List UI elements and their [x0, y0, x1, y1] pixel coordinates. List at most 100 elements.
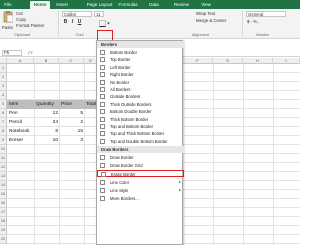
table-cell[interactable]: 24: [35, 118, 59, 127]
row-header[interactable]: 5: [0, 100, 7, 109]
row-header[interactable]: 11: [0, 154, 7, 163]
table-header-cell[interactable]: Quantity: [35, 100, 59, 109]
table-cell[interactable]: 12: [35, 109, 59, 118]
tab-file[interactable]: File: [2, 1, 14, 9]
fx-icon: ƒx: [28, 50, 33, 55]
table-header-cell[interactable]: Price: [60, 100, 84, 109]
submenu-arrow-icon: [179, 189, 181, 191]
tab-view[interactable]: View: [200, 1, 212, 9]
alignment-group-label: Alignment: [192, 33, 209, 37]
tab-home[interactable]: Home: [30, 1, 50, 9]
row-header[interactable]: 16: [0, 199, 7, 208]
number-format-buttons[interactable]: $ - % ,: [247, 19, 259, 24]
row-header[interactable]: 6: [0, 109, 7, 118]
tab-page-layout[interactable]: Page Layout: [86, 1, 113, 9]
column-header[interactable]: H: [243, 58, 273, 64]
row-header[interactable]: 15: [0, 190, 7, 199]
draw-borders-section-title: Draw Borders: [97, 146, 184, 153]
row-header[interactable]: 3: [0, 82, 7, 91]
row-header[interactable]: 7: [0, 118, 7, 127]
table-cell[interactable]: 15: [60, 127, 84, 136]
border-option-icon: [100, 94, 105, 100]
number-format-select[interactable]: General: [246, 11, 286, 17]
row-header[interactable]: 13: [0, 172, 7, 181]
row-header[interactable]: 9: [0, 136, 7, 145]
bold-button[interactable]: B: [63, 19, 68, 25]
row-header[interactable]: 19: [0, 226, 7, 235]
italic-button[interactable]: I: [70, 19, 75, 25]
column-header[interactable]: B: [34, 58, 59, 64]
row-header[interactable]: 8: [0, 127, 7, 136]
tab-data[interactable]: Data: [148, 1, 160, 9]
cut-button[interactable]: Cut: [16, 11, 23, 16]
table-cell[interactable]: 2: [60, 118, 84, 127]
tab-formulas[interactable]: Formulas: [117, 1, 139, 9]
draw-option-icon: [100, 180, 105, 185]
border-option-item[interactable]: All Borders: [97, 86, 184, 93]
border-option-item[interactable]: Top and Bottom Border: [97, 123, 184, 130]
border-option-item[interactable]: Bottom Double Border: [97, 108, 184, 115]
underline-button[interactable]: U: [77, 19, 82, 25]
ribbon-tab-bar: File Home Insert Page Layout Formulas Da…: [0, 0, 300, 9]
row-header[interactable]: 18: [0, 217, 7, 226]
paste-button[interactable]: [3, 11, 14, 23]
column-header[interactable]: C: [59, 58, 84, 64]
row-header[interactable]: 20: [0, 235, 7, 244]
table-cell[interactable]: 10: [35, 136, 59, 145]
borders-button[interactable]: [99, 20, 111, 27]
border-option-label: Top and Bottom Border: [110, 124, 154, 129]
name-box[interactable]: F5: [2, 50, 22, 56]
border-option-item[interactable]: Bottom Border: [97, 49, 184, 56]
border-option-item[interactable]: Top and Thick Bottom Border: [97, 130, 184, 137]
column-header[interactable]: F: [183, 58, 213, 64]
draw-option-item[interactable]: Line Style: [97, 187, 184, 194]
border-option-item[interactable]: Thick Outside Borders: [97, 101, 184, 108]
draw-option-label: Draw Border: [110, 155, 134, 160]
border-option-item[interactable]: Top Border: [97, 56, 184, 63]
format-painter-button[interactable]: Format Painter: [16, 23, 44, 28]
row-header[interactable]: 10: [0, 145, 7, 154]
column-header[interactable]: G: [213, 58, 243, 64]
border-option-label: Bottom Border: [110, 50, 137, 55]
column-header[interactable]: I: [273, 58, 300, 64]
table-cell[interactable]: Pencil: [8, 118, 34, 127]
draw-option-item[interactable]: Line Color: [97, 179, 184, 186]
ribbon-separator: [58, 11, 59, 37]
row-header[interactable]: 1: [0, 64, 7, 73]
gridline: [59, 64, 60, 245]
border-option-item[interactable]: Outside Borders: [97, 93, 184, 100]
row-header[interactable]: 14: [0, 181, 7, 190]
tab-insert[interactable]: Insert: [55, 1, 69, 9]
table-cell[interactable]: Pen: [8, 109, 34, 118]
font-size-select[interactable]: 11: [94, 11, 104, 17]
copy-button[interactable]: Copy: [16, 17, 26, 22]
table-cell[interactable]: 8: [35, 127, 59, 136]
border-option-item[interactable]: Left Border: [97, 64, 184, 71]
draw-option-item[interactable]: Draw Border: [97, 154, 184, 161]
table-cell[interactable]: Notebook: [8, 127, 34, 136]
border-option-item[interactable]: Top and Double Bottom Border: [97, 138, 184, 145]
borders-icon: [99, 20, 110, 27]
table-cell[interactable]: 5: [60, 109, 84, 118]
border-option-label: Outside Borders: [110, 94, 141, 100]
table-cell[interactable]: Ereser: [8, 136, 34, 145]
gridline: [34, 64, 35, 245]
draw-option-item[interactable]: Draw Border Grid: [97, 162, 184, 169]
row-header[interactable]: 4: [0, 91, 7, 100]
merge-center-button[interactable]: Merge & Center: [196, 18, 226, 23]
border-option-item[interactable]: Right Border: [97, 71, 184, 78]
draw-option-item[interactable]: More Borders...: [97, 195, 184, 202]
table-cell[interactable]: 3: [60, 136, 84, 145]
wrap-text-button[interactable]: Wrap Text: [196, 11, 215, 16]
erase-border-item[interactable]: Erase Border: [97, 170, 184, 177]
border-option-item[interactable]: No Border: [97, 79, 184, 86]
border-option-icon: [100, 72, 105, 78]
table-header-cell[interactable]: Item: [8, 100, 34, 109]
tab-review[interactable]: Review: [173, 1, 190, 9]
border-option-item[interactable]: Thick Bottom Border: [97, 116, 184, 123]
row-header[interactable]: 17: [0, 208, 7, 217]
row-header[interactable]: 12: [0, 163, 7, 172]
row-header[interactable]: 2: [0, 73, 7, 82]
column-header[interactable]: A: [7, 58, 34, 64]
font-name-select[interactable]: Calibri: [62, 11, 92, 17]
